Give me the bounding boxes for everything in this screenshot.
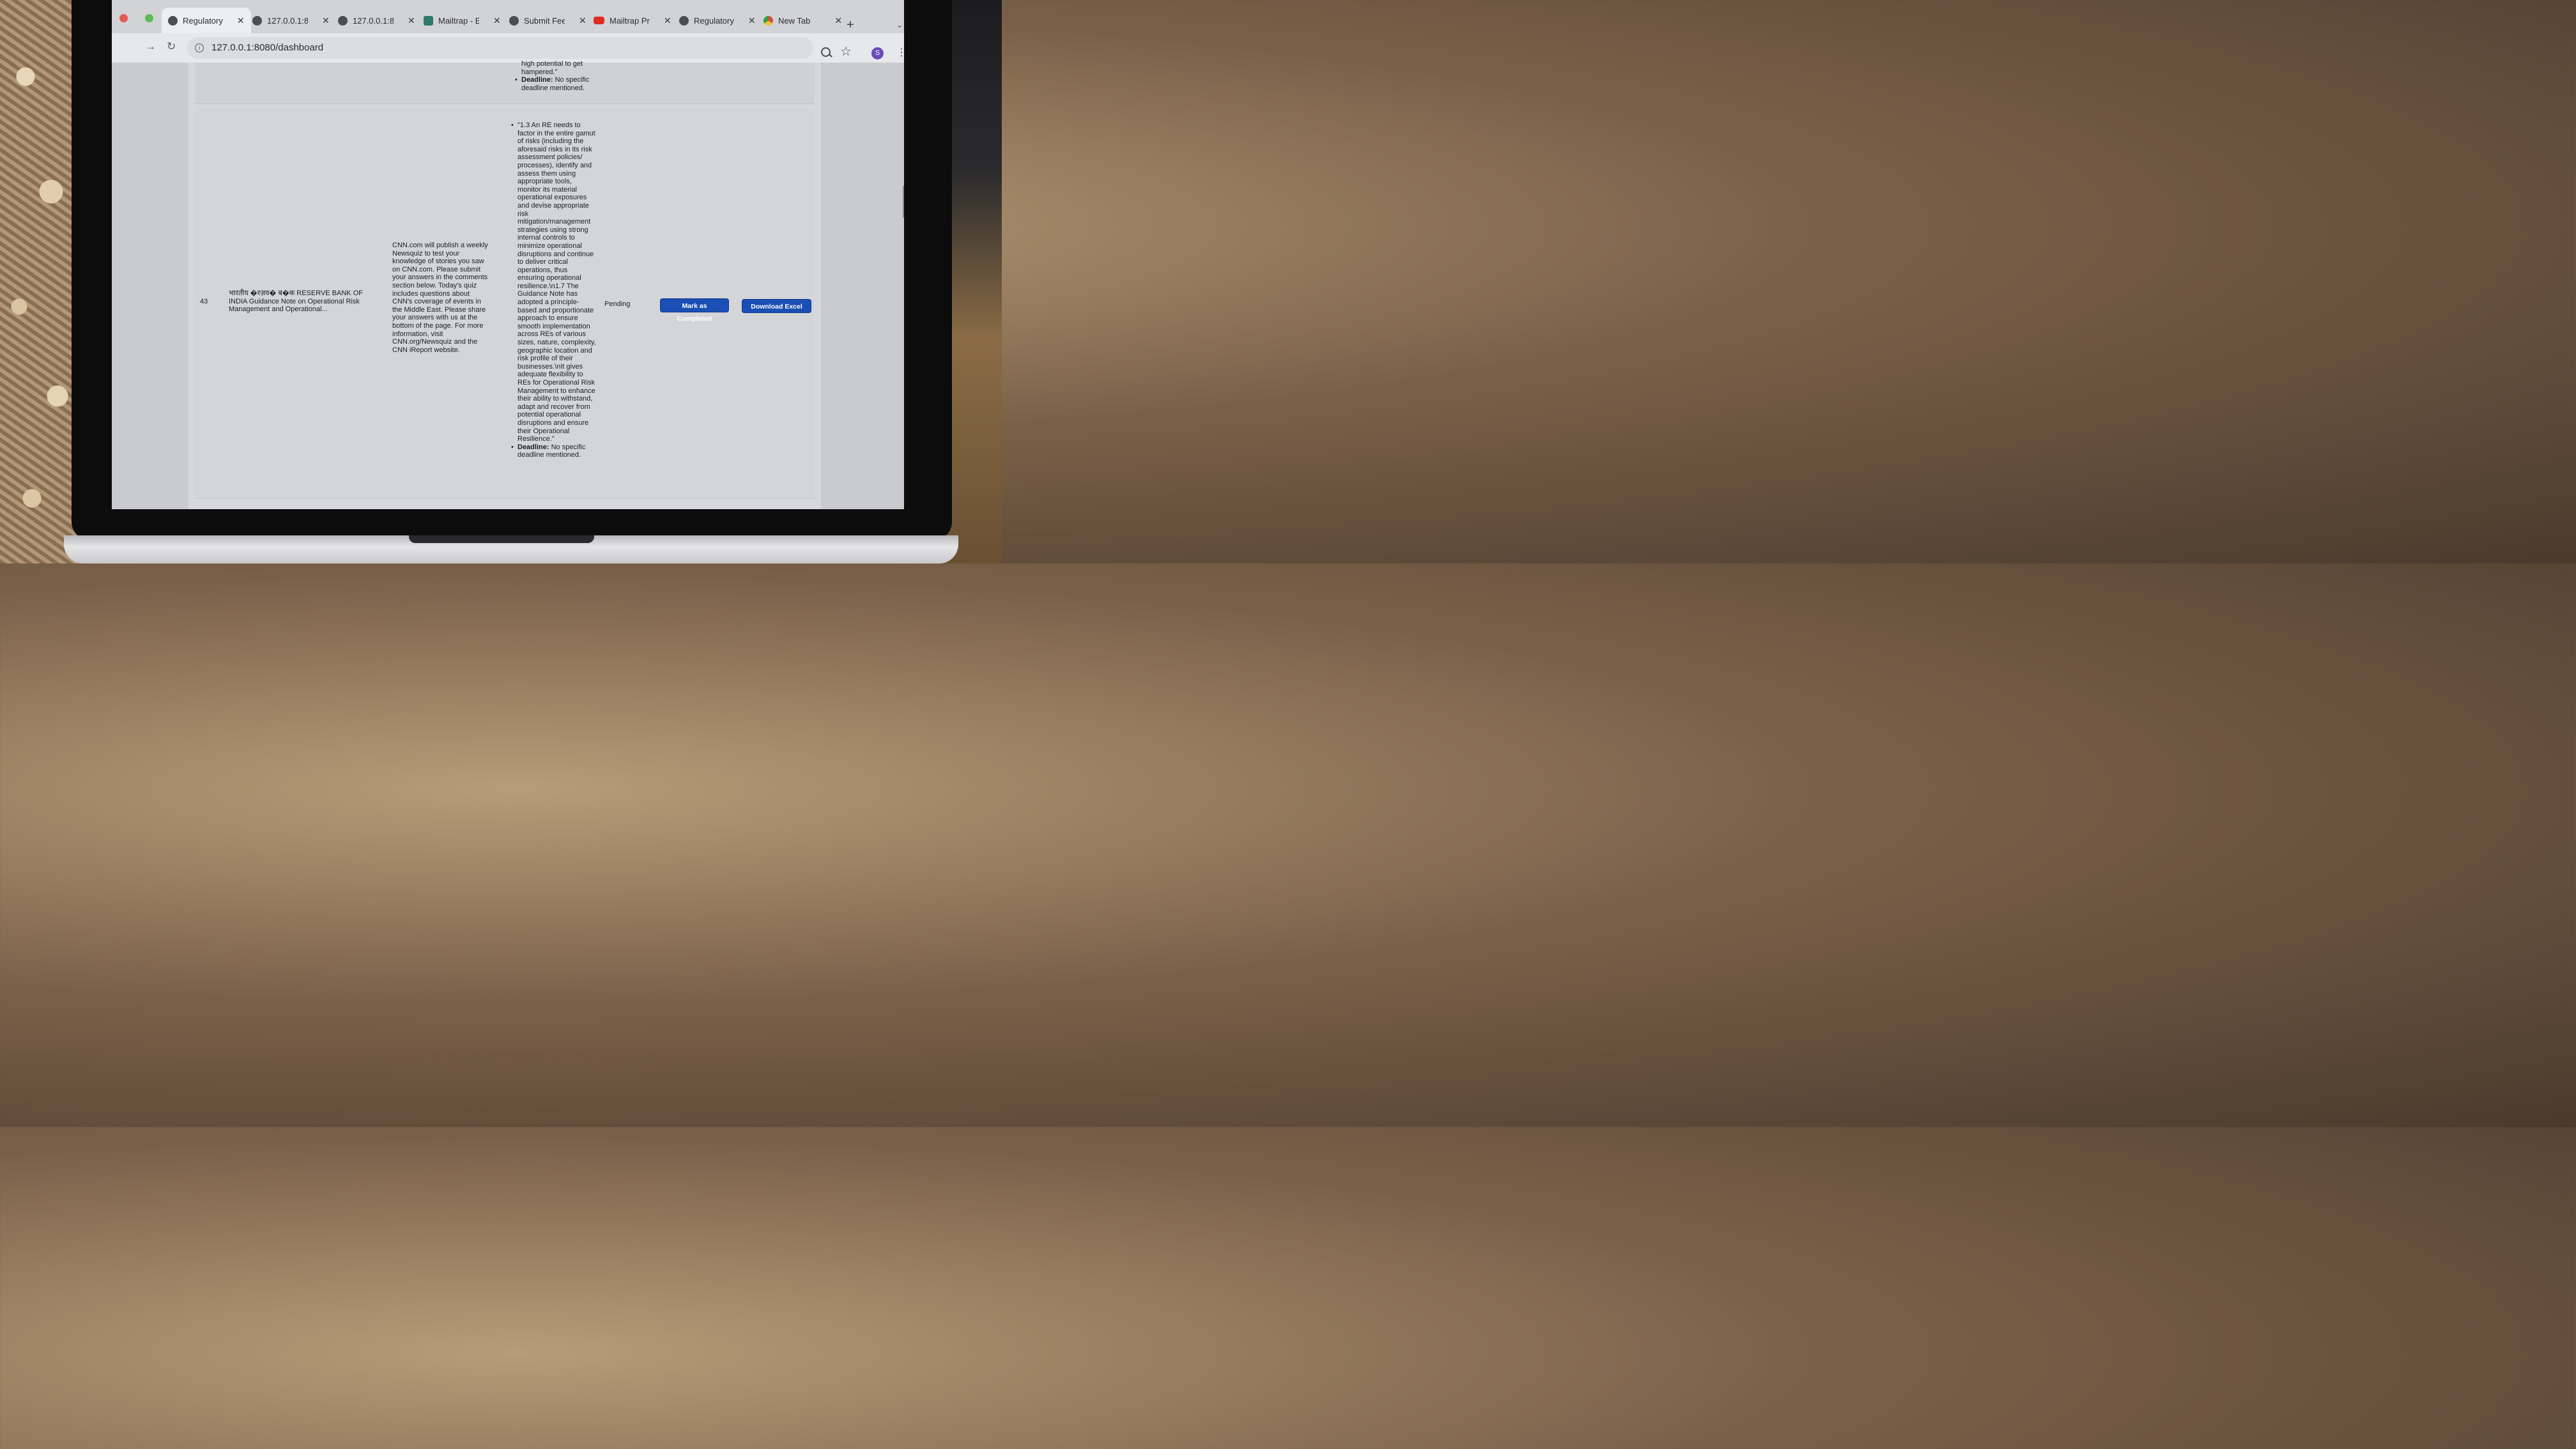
tab-regulatory[interactable]: Regulatory ✕ [162,8,251,33]
action-point-item: "1.3 An RE needs to factor in the entire… [511,121,596,443]
action-points-cell: high potential to get hampered." Deadlin… [515,60,595,95]
profile-avatar[interactable]: S [871,47,884,59]
tab-localhost-1[interactable]: 127.0.0.1:8 ✕ [252,10,330,31]
deadline-label: Deadline: [521,76,553,84]
window-maximize-button[interactable] [145,14,153,22]
status-text: Pending [604,300,631,308]
download-excel-button[interactable]: Download Excel [742,300,811,312]
action-point-text: "1.3 An RE needs to factor in the entire… [518,121,596,443]
tab-mailtrap-pr[interactable]: Mailtrap Pr ✕ [594,10,671,31]
table-row: high potential to get hampered." Deadlin… [195,60,815,104]
tab-localhost-2[interactable]: 127.0.0.1:8 ✕ [338,10,415,31]
globe-icon [679,15,689,26]
table-row: 43 भारतीय �रज़व� ब�क RESERVE BANK OF IND… [195,109,815,499]
row-id: 43 [200,298,208,305]
tab-title: Regulatory [183,15,223,26]
page-scrollbar[interactable] [903,185,904,218]
tab-submit-fee[interactable]: Submit Fee ✕ [509,10,586,31]
tab-regulatory-2[interactable]: Regulatory ✕ [679,10,756,31]
globe-icon [338,15,348,26]
forward-arrow-icon[interactable]: → [145,40,156,53]
tab-search-chevron-icon[interactable]: ⌄ [896,20,903,29]
globe-icon [509,15,519,26]
browser-window: Regulatory ✕ 127.0.0.1:8 ✕ 127.0.0.1:8 ✕… [112,0,904,509]
tab-close-icon[interactable]: ✕ [748,15,756,26]
reload-icon[interactable]: ↻ [167,40,176,53]
tab-new-tab[interactable]: New Tab ✕ [763,10,842,31]
deadline-item: Deadline: No specific deadline mentioned… [511,443,596,459]
tab-title: 127.0.0.1:8 [353,15,394,26]
browser-menu-icon[interactable]: ⋮ [896,46,904,59]
tab-title: New Tab [778,15,811,26]
row-summary: CNN.com will publish a weekly Newsquiz t… [392,241,488,354]
dashboard-table: high potential to get hampered." Deadlin… [188,60,821,509]
tab-close-icon[interactable]: ✕ [322,15,330,26]
zoom-icon[interactable] [821,47,831,57]
tab-title: 127.0.0.1:8 [267,15,308,26]
tab-title: Regulatory [694,15,734,26]
dashboard-page: high potential to get hampered." Deadlin… [112,60,904,509]
tab-title: Mailtrap - E [438,15,479,26]
tab-close-icon[interactable]: ✕ [408,15,415,26]
youtube-icon [594,17,604,24]
site-info-icon[interactable]: i [195,43,204,52]
url-text[interactable]: 127.0.0.1:8080/dashboard [211,42,323,53]
deadline-item: Deadline: No specific deadline mentioned… [515,76,595,92]
mailtrap-icon [424,15,433,26]
window-close-button[interactable] [119,14,128,22]
background-fabric [0,0,83,564]
mark-completed-button[interactable]: Mark as Completed [661,299,728,323]
bookmark-star-icon[interactable]: ☆ [840,43,852,59]
tab-close-icon[interactable]: ✕ [493,15,501,26]
new-tab-button[interactable]: + [847,18,854,33]
tab-mailtrap[interactable]: Mailtrap - E ✕ [424,10,501,31]
deadline-label: Deadline: [518,443,549,451]
action-point-text: high potential to get hampered." [521,60,583,76]
tab-strip: Regulatory ✕ 127.0.0.1:8 ✕ 127.0.0.1:8 ✕… [112,0,904,37]
browser-toolbar: → ↻ i 127.0.0.1:8080/dashboard ☆ S ⋮ [112,33,904,63]
action-points-cell: "1.3 An RE needs to factor in the entire… [511,121,596,459]
tab-close-icon[interactable]: ✕ [579,15,586,26]
globe-icon [168,15,178,26]
tab-close-icon[interactable]: ✕ [237,15,245,26]
laptop-hinge [409,535,594,543]
tab-title: Mailtrap Pr [610,15,650,26]
tab-title: Submit Fee [524,15,565,26]
chrome-icon [763,15,773,26]
row-title: भारतीय �रज़व� ब�क RESERVE BANK OF INDIA … [229,289,363,314]
globe-icon [252,15,262,26]
tab-close-icon[interactable]: ✕ [664,15,671,26]
tab-close-icon[interactable]: ✕ [834,15,842,26]
